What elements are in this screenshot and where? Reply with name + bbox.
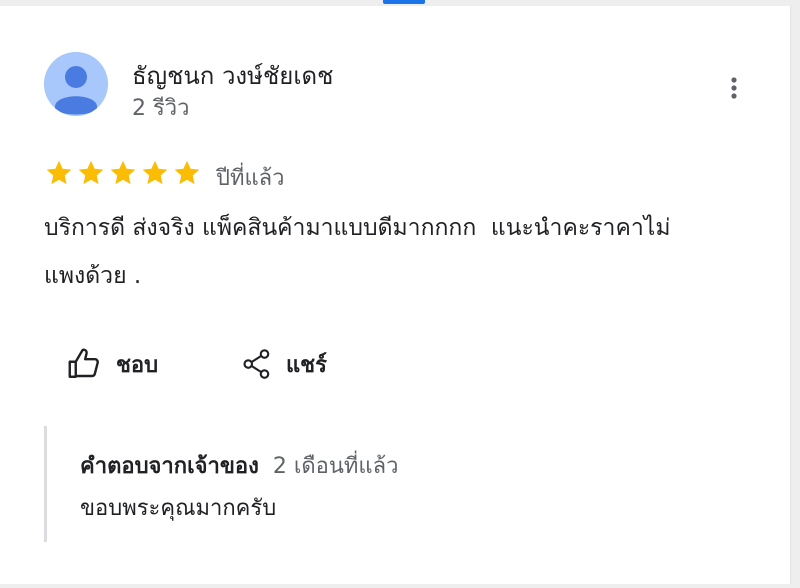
star-rating [44,158,202,188]
active-tab-indicator [383,0,425,4]
review-text: บริการดี ส่งจริง แพ็คสินค้ามาแบบดีมากกกก… [44,215,671,289]
star-icon [46,160,72,185]
star-icon [174,160,200,185]
owner-reply-heading: คำตอบจากเจ้าของ 2 เดือนที่แล้ว [80,448,398,483]
share-button[interactable]: แชร์ [242,344,327,384]
thumbs-up-icon [68,348,99,378]
like-label: ชอบ [116,352,159,378]
owner-reply: คำตอบจากเจ้าของ 2 เดือนที่แล้ว ขอบพระคุณม… [44,426,747,542]
owner-reply-text: ขอบพระคุณมากครับ [80,496,277,521]
review-time: ปีที่แล้ว [216,166,285,191]
person-avatar-icon [44,52,108,116]
share-icon [243,349,270,379]
more-options-button[interactable] [718,72,750,104]
more-vert-icon [731,77,737,99]
review-card: ธัญชนก วงษ์ชัยเดช 2 รีวิว ปีที่แล้ว บริก… [0,6,791,584]
owner-reply-title: คำตอบจากเจ้าของ [80,454,259,479]
share-label: แชร์ [286,352,327,378]
like-button[interactable]: ชอบ [66,344,158,384]
star-icon [78,160,104,185]
reviewer-avatar[interactable] [44,52,108,116]
star-icon [142,160,168,185]
reviewer-review-count[interactable]: 2 รีวิว [132,90,190,125]
star-icon [110,160,136,185]
owner-reply-time: 2 เดือนที่แล้ว [272,454,399,479]
